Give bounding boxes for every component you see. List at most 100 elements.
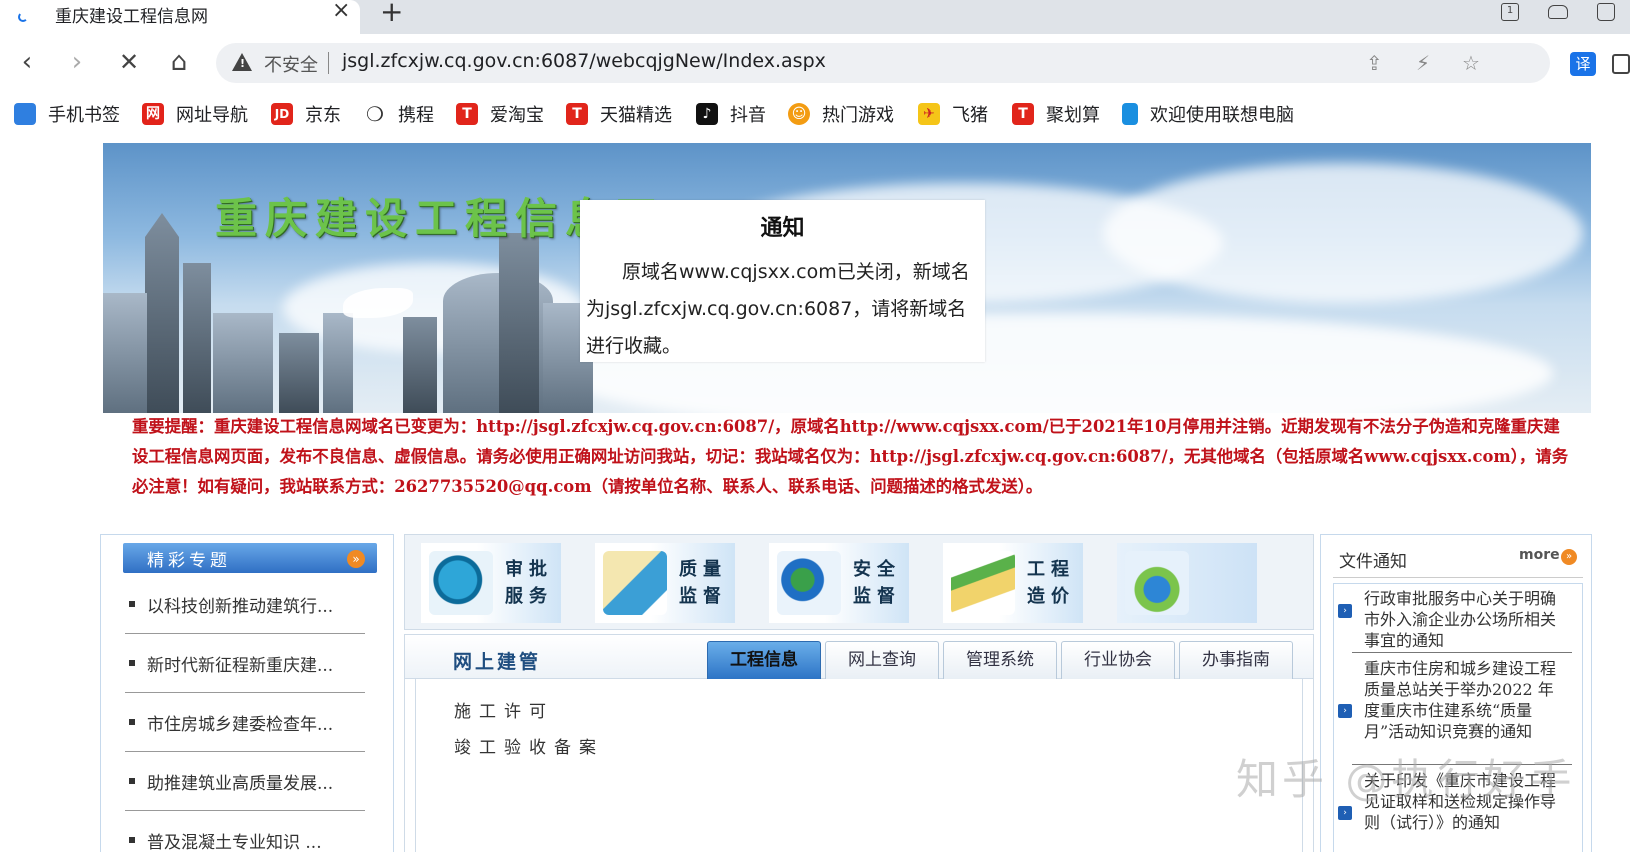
bookmark-item[interactable]: ♪ 抖音 xyxy=(696,102,766,126)
home-icon[interactable]: ⌂ xyxy=(164,47,194,77)
bookmark-item[interactable]: ☺ 热门游戏 xyxy=(788,102,894,126)
list-item[interactable]: 市住房城乡建委检查年... xyxy=(125,693,365,752)
tab-service-guide[interactable]: 办事指南 xyxy=(1179,641,1293,679)
zhihu-watermark: 知乎 @执行好手 xyxy=(1236,755,1576,804)
bookmarks-bar: 手机书签 网 网址导航 JD 京东 ❍ 携程 T 爱淘宝 T 天猫精选 ♪ 抖音… xyxy=(0,90,1630,138)
quick-link-approval[interactable]: 审批服务 xyxy=(421,543,561,623)
online-management-header: 网上建管 工程信息 网上查询 管理系统 行业协会 办事指南 xyxy=(405,635,1313,679)
tab-industry-association[interactable]: 行业协会 xyxy=(1061,641,1175,679)
double-arrow-icon[interactable]: » xyxy=(347,550,365,568)
completion-acceptance-link[interactable]: 竣工验收备案 xyxy=(454,733,604,758)
bookmark-label: 携程 xyxy=(398,105,434,126)
list-divider xyxy=(1352,652,1572,653)
extensions-icon[interactable] xyxy=(1612,54,1630,74)
featured-topics-title: 精彩专题 xyxy=(147,551,231,571)
bullet-icon xyxy=(129,837,135,843)
bookmark-item[interactable]: 手机书签 xyxy=(14,102,120,126)
notice-link[interactable]: 行政审批服务中心关于明确市外入渝企业办公场所相关事宜的通知 xyxy=(1364,588,1560,651)
approval-service-icon xyxy=(429,551,493,615)
topic-link[interactable]: 普及混凝土专业知识 ... xyxy=(147,828,322,852)
translate-extension-icon[interactable]: 译 xyxy=(1570,52,1596,76)
bookmark-label: 爱淘宝 xyxy=(490,105,544,126)
building xyxy=(279,333,319,413)
back-icon[interactable]: ‹ xyxy=(12,47,42,77)
quick-link-safety[interactable]: 安全监督 xyxy=(769,543,909,623)
quick-link-label: 安全监督 xyxy=(853,559,901,607)
notice-popup: 通知 原域名www.cqjsxx.com已关闭，新域名为jsgl.zfcxjw.… xyxy=(580,200,985,362)
download-icon xyxy=(1125,551,1189,615)
tab-management-system[interactable]: 管理系统 xyxy=(943,641,1057,679)
topic-link[interactable]: 新时代新征程新重庆建... xyxy=(147,651,333,676)
topic-link[interactable]: 市住房城乡建委检查年... xyxy=(147,710,333,735)
tab-online-query[interactable]: 网上查询 xyxy=(825,641,939,679)
list-item[interactable]: 助推建筑业高质量发展... xyxy=(125,752,365,811)
online-management-panel: 网上建管 工程信息 网上查询 管理系统 行业协会 办事指南 施工许可 竣工验收备… xyxy=(404,634,1314,852)
more-arrow-icon[interactable]: » xyxy=(1561,549,1577,565)
featured-topics-header: 精彩专题 » xyxy=(123,543,377,573)
tab-engineering-info[interactable]: 工程信息 xyxy=(707,641,821,679)
bookmark-item[interactable]: T 天猫精选 xyxy=(566,102,672,126)
notice-link[interactable]: 重庆市住房和城乡建设工程质量总站关于举办2022 年度重庆市住建系统“质量月”活… xyxy=(1364,658,1560,742)
bullet-icon xyxy=(129,778,135,784)
list-item[interactable]: 普及混凝土专业知识 ... xyxy=(125,811,365,852)
taobao-icon: T xyxy=(456,103,478,125)
bookmark-item[interactable]: T 爱淘宝 xyxy=(456,102,544,126)
share-icon[interactable]: ⇪ xyxy=(1366,51,1383,75)
incognito-button[interactable] xyxy=(1534,0,1582,24)
incognito-icon xyxy=(1548,5,1568,19)
quick-link-quality[interactable]: 质量监督 xyxy=(595,543,735,623)
shield-button[interactable] xyxy=(1582,0,1630,24)
online-management-title: 网上建管 xyxy=(453,651,542,673)
url-text[interactable]: jsgl.zfcxjw.cq.gov.cn:6087/webcqjgNew/In… xyxy=(342,50,826,72)
bookmark-item[interactable]: 欢迎使用联想电脑 xyxy=(1122,102,1294,126)
new-tab-button[interactable]: + xyxy=(380,0,403,26)
list-item[interactable]: 以科技创新推动建筑行... xyxy=(125,575,365,634)
bookmark-item[interactable]: T 聚划算 xyxy=(1012,102,1100,126)
more-link[interactable]: more xyxy=(1519,547,1560,563)
phone-bookmark-icon xyxy=(14,103,36,125)
browser-tab[interactable]: 重庆建设工程信息网 × xyxy=(0,0,360,34)
loading-spinner-icon xyxy=(18,12,28,22)
bookmark-label: 欢迎使用联想电脑 xyxy=(1150,105,1294,126)
list-item[interactable]: 新时代新征程新重庆建... xyxy=(125,634,365,693)
bookmark-label: 抖音 xyxy=(730,105,766,126)
tab-close-icon[interactable]: × xyxy=(332,0,350,22)
construction-permit-link[interactable]: 施工许可 xyxy=(454,697,554,722)
topic-link[interactable]: 以科技创新推动建筑行... xyxy=(147,592,333,617)
engineering-cost-icon xyxy=(951,551,1015,615)
engineering-info-content: 施工许可 竣工验收备案 xyxy=(415,679,1303,852)
quick-link-download[interactable] xyxy=(1117,543,1257,623)
bookmark-label: 聚划算 xyxy=(1046,105,1100,126)
address-bar[interactable]: 不安全 jsgl.zfcxjw.cq.gov.cn:6087/webcqjgNe… xyxy=(216,43,1550,83)
notice-title: 通知 xyxy=(760,216,805,241)
star-icon[interactable]: ☆ xyxy=(1462,51,1480,75)
quick-link-label: 审批服务 xyxy=(505,559,553,607)
warning-icon xyxy=(232,53,252,71)
bookmark-item[interactable]: JD 京东 xyxy=(271,102,341,126)
window-controls: 1 xyxy=(1486,0,1630,34)
arrow-right-icon: › xyxy=(1338,806,1352,820)
bullet-icon xyxy=(129,601,135,607)
building xyxy=(183,263,211,413)
bookmark-label: 网址导航 xyxy=(176,105,248,126)
forward-icon[interactable]: › xyxy=(62,47,92,77)
document-notices-list: › 行政审批服务中心关于明确市外入渝企业办公场所相关事宜的通知 › 重庆市住房和… xyxy=(1333,583,1583,852)
quick-link-cost[interactable]: 工程造价 xyxy=(943,543,1083,623)
bookmark-item[interactable]: ✈ 飞猪 xyxy=(918,102,988,126)
bookmark-item[interactable]: 网 网址导航 xyxy=(142,102,248,126)
juhuasuan-icon: T xyxy=(1012,103,1034,125)
stop-loading-icon[interactable]: ✕ xyxy=(114,47,144,77)
tab-count-button[interactable]: 1 xyxy=(1486,0,1534,24)
shirt-icon xyxy=(1597,3,1615,21)
bookmark-label: 热门游戏 xyxy=(822,105,894,126)
navigation-bar: ‹ › ✕ ⌂ 不安全 jsgl.zfcxjw.cq.gov.cn:6087/w… xyxy=(0,34,1630,90)
lightning-icon[interactable]: ⚡ xyxy=(1416,51,1430,75)
document-notices-title: 文件通知 xyxy=(1339,552,1407,572)
douyin-icon: ♪ xyxy=(696,103,718,125)
arrow-right-icon: › xyxy=(1338,604,1352,618)
bookmark-item[interactable]: ❍ 携程 xyxy=(364,102,434,126)
insecure-label[interactable]: 不安全 xyxy=(264,51,318,77)
topic-link[interactable]: 助推建筑业高质量发展... xyxy=(147,769,333,794)
quality-supervision-icon xyxy=(603,551,667,615)
bullet-icon xyxy=(129,660,135,666)
